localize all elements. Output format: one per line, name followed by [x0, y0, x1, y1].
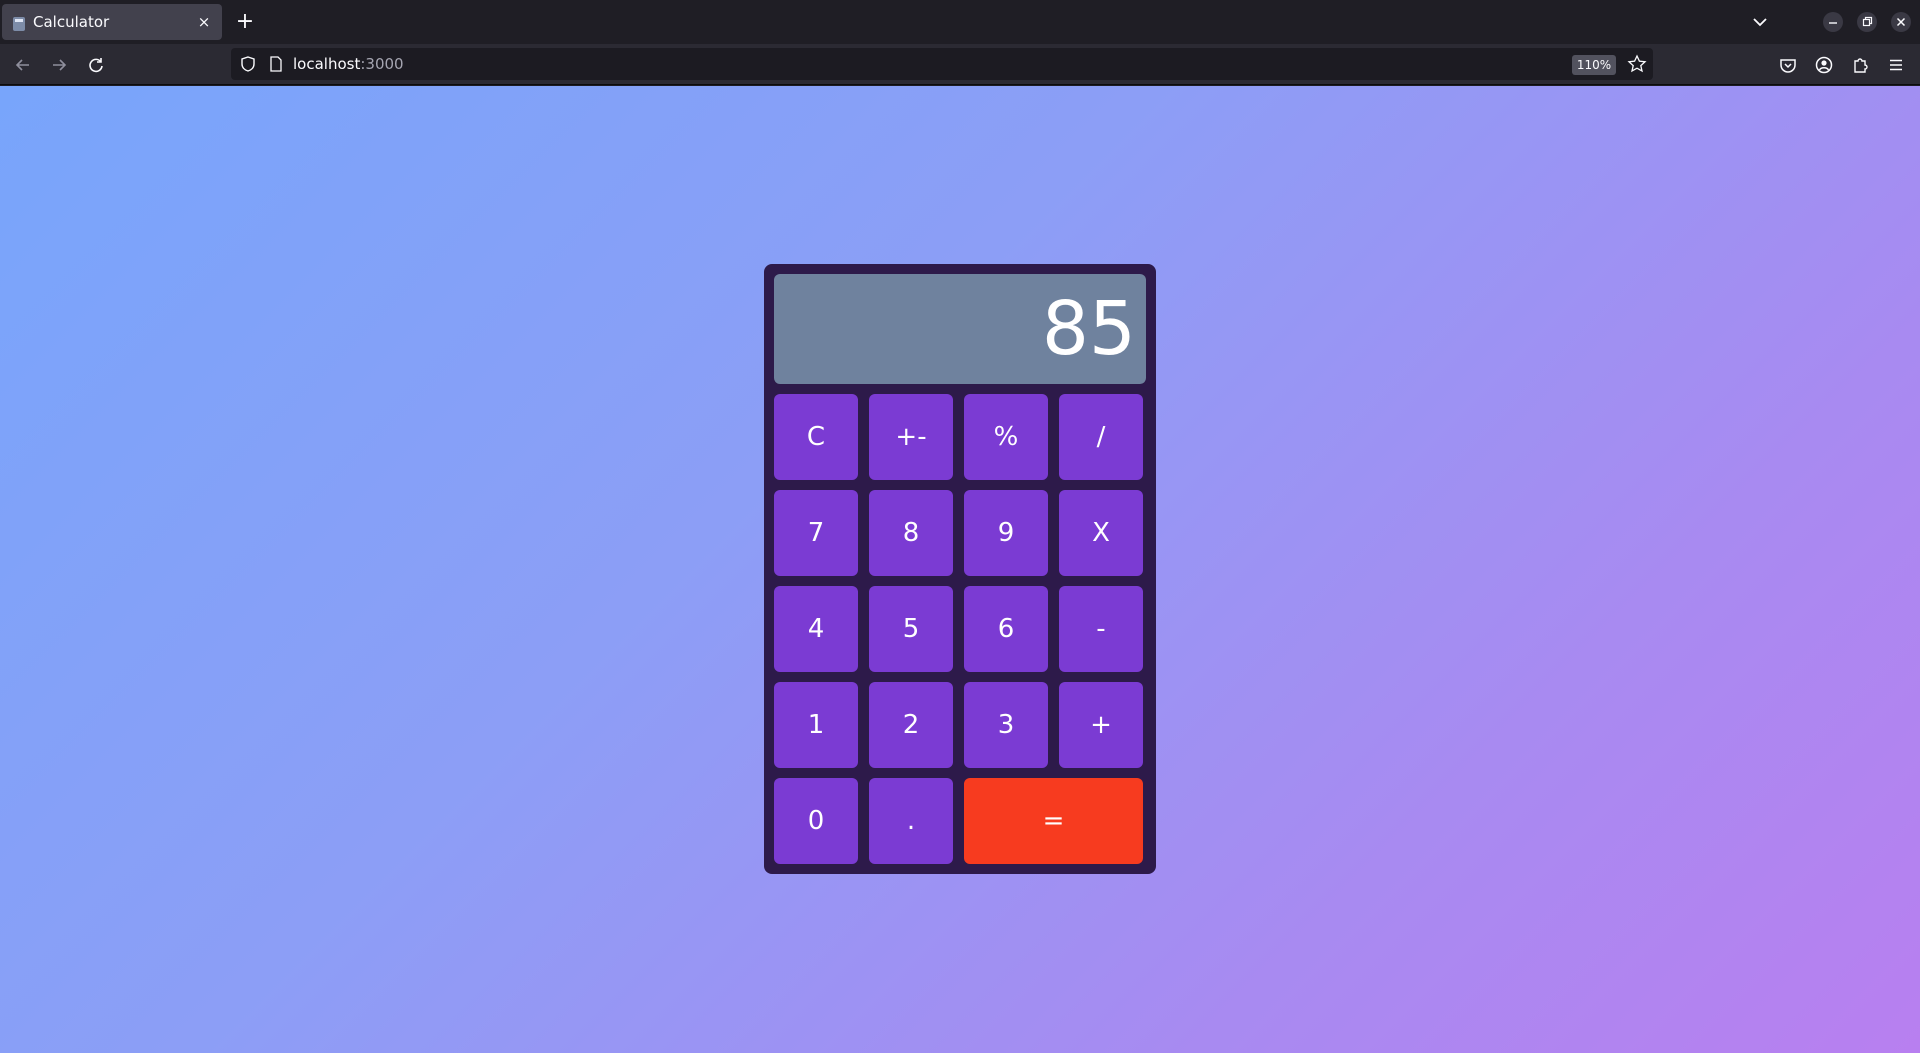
calculator-favicon-icon	[13, 17, 25, 31]
percent-button[interactable]: %	[964, 394, 1048, 480]
digit-1-button[interactable]: 1	[774, 682, 858, 768]
list-all-tabs-icon[interactable]	[1748, 10, 1772, 34]
bookmark-star-icon[interactable]	[1627, 54, 1647, 78]
decimal-button[interactable]: .	[869, 778, 953, 864]
tab-close-icon[interactable]: ×	[194, 12, 214, 32]
menu-hamburger-icon[interactable]	[1883, 52, 1909, 78]
forward-arrow-icon[interactable]	[46, 52, 72, 78]
new-tab-button[interactable]: +	[232, 8, 258, 36]
digit-9-button[interactable]: 9	[964, 490, 1048, 576]
pocket-icon[interactable]	[1775, 52, 1801, 78]
shield-icon[interactable]	[239, 55, 257, 77]
digit-5-button[interactable]: 5	[869, 586, 953, 672]
page-info-icon[interactable]	[267, 55, 285, 77]
extensions-icon[interactable]	[1847, 52, 1873, 78]
tab-title: Calculator	[33, 13, 110, 31]
multiply-button[interactable]: X	[1059, 490, 1143, 576]
navigation-bar: localhost:3000 110%	[0, 44, 1920, 85]
digit-0-button[interactable]: 0	[774, 778, 858, 864]
account-icon[interactable]	[1811, 52, 1837, 78]
equals-button[interactable]: =	[964, 778, 1143, 864]
calculator-keypad: C +- % / 7 8 9 X 4 5 6 - 1 2 3 + 0 . =	[774, 394, 1146, 864]
url-text[interactable]: localhost:3000	[293, 48, 404, 80]
back-arrow-icon[interactable]	[10, 52, 36, 78]
digit-6-button[interactable]: 6	[964, 586, 1048, 672]
digit-8-button[interactable]: 8	[869, 490, 953, 576]
digit-3-button[interactable]: 3	[964, 682, 1048, 768]
minimize-window-icon[interactable]	[1823, 12, 1843, 32]
browser-tab[interactable]: Calculator ×	[2, 4, 222, 40]
digit-4-button[interactable]: 4	[774, 586, 858, 672]
url-host: localhost	[293, 55, 361, 73]
tab-bar: Calculator × +	[0, 0, 1920, 44]
zoom-level-badge[interactable]: 110%	[1572, 55, 1616, 75]
toggle-sign-button[interactable]: +-	[869, 394, 953, 480]
calculator-display: 85	[774, 274, 1146, 384]
calculator: 85 C +- % / 7 8 9 X 4 5 6 - 1 2 3 + 0 . …	[764, 264, 1156, 874]
digit-7-button[interactable]: 7	[774, 490, 858, 576]
divide-button[interactable]: /	[1059, 394, 1143, 480]
url-port: :3000	[360, 55, 404, 73]
subtract-button[interactable]: -	[1059, 586, 1143, 672]
address-bar[interactable]: localhost:3000 110%	[231, 48, 1653, 80]
page-viewport: 85 C +- % / 7 8 9 X 4 5 6 - 1 2 3 + 0 . …	[0, 86, 1920, 1053]
restore-window-icon[interactable]	[1857, 12, 1877, 32]
digit-2-button[interactable]: 2	[869, 682, 953, 768]
clear-button[interactable]: C	[774, 394, 858, 480]
add-button[interactable]: +	[1059, 682, 1143, 768]
close-window-icon[interactable]	[1891, 12, 1911, 32]
reload-icon[interactable]	[83, 52, 109, 78]
